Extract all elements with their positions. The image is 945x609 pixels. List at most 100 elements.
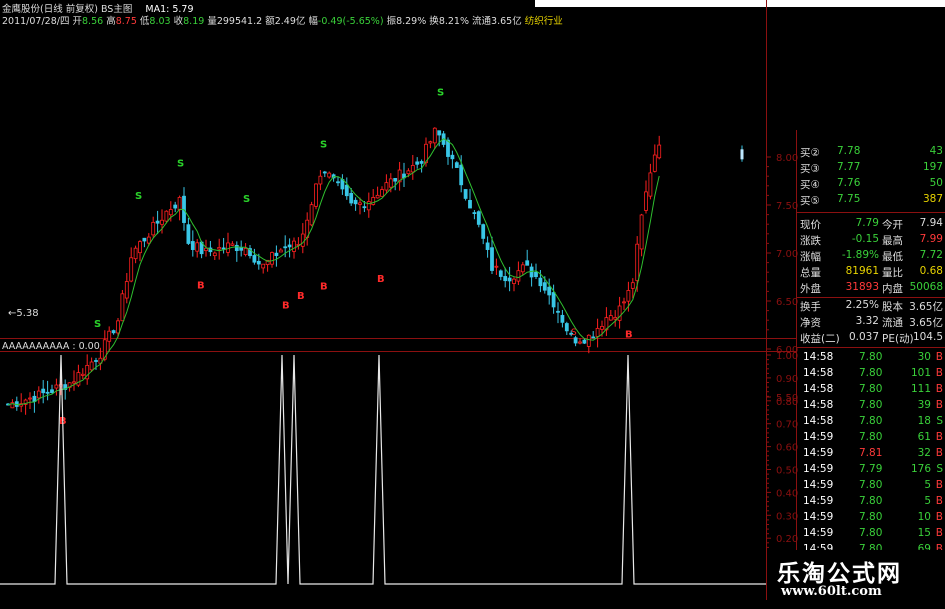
bar-date: 2011/07/28/四 xyxy=(2,16,70,27)
candle-body xyxy=(595,327,600,337)
candle-body xyxy=(586,334,591,347)
candle-body xyxy=(600,326,604,330)
candle-body xyxy=(393,178,398,182)
trade-price: 7.80 xyxy=(859,383,883,395)
trade-side: B xyxy=(935,431,943,443)
bid-price: 7.78 xyxy=(837,145,861,157)
trade-price: 7.80 xyxy=(859,495,883,507)
candle-body xyxy=(582,339,587,344)
candle-body xyxy=(146,236,151,244)
trade-side: B xyxy=(935,479,943,491)
trade-volume: 32 xyxy=(917,447,931,459)
trade-side: B xyxy=(935,383,943,395)
candle-body xyxy=(450,154,455,160)
trade-row[interactable]: 14:59 7.80 5 B xyxy=(797,494,945,510)
candle-body xyxy=(472,212,477,214)
stat-row: 外盘 31893 内盘 50068 xyxy=(797,280,945,296)
candle-body xyxy=(230,243,235,246)
stat-value-2: 3.65亿 xyxy=(909,301,943,313)
amplitude-value: 8.29% xyxy=(396,16,427,27)
candle-body xyxy=(173,204,178,209)
min-price-label: ←5.38 xyxy=(8,308,39,319)
trade-price: 7.80 xyxy=(859,399,883,411)
trade-row[interactable]: 14:58 7.80 18 S xyxy=(797,414,945,430)
candle-body xyxy=(639,214,644,250)
trade-side: B xyxy=(935,511,943,523)
trade-price: 7.81 xyxy=(859,447,883,459)
trade-row[interactable]: 14:58 7.80 101 B xyxy=(797,366,945,382)
quote-separator xyxy=(797,212,945,213)
trade-row[interactable]: 14:59 7.79 176 S xyxy=(797,462,945,478)
low-value: 8.03 xyxy=(149,16,171,27)
trade-price: 7.79 xyxy=(859,463,883,475)
trade-row[interactable]: 14:59 7.80 15 B xyxy=(797,526,945,542)
trade-price: 7.80 xyxy=(859,479,883,491)
bid-label: 买② xyxy=(800,147,820,159)
candle-body xyxy=(256,260,261,265)
candle-body xyxy=(406,170,411,175)
candle-body xyxy=(384,182,389,191)
trade-time: 14:58 xyxy=(803,383,834,395)
stat-row: 收益(二) 0.037 PE(动) 104.5 xyxy=(797,330,945,346)
candle-body xyxy=(498,270,503,277)
candle-body xyxy=(177,196,182,211)
industry-label: 纺织行业 xyxy=(524,16,563,27)
trade-volume: 111 xyxy=(910,383,931,395)
stat-label-2: 最高 xyxy=(882,235,903,247)
candle-body xyxy=(516,270,521,282)
candle-body xyxy=(212,252,217,257)
trade-row[interactable]: 14:58 7.80 30 B xyxy=(797,350,945,366)
indicator-tick-label: 0.80 xyxy=(776,397,798,408)
trade-time: 14:59 xyxy=(803,479,834,491)
bid-volume: 50 xyxy=(929,177,943,189)
candle-body xyxy=(534,271,538,278)
trade-row[interactable]: 14:59 7.80 61 B xyxy=(797,430,945,446)
stat-label-2: 今开 xyxy=(882,219,903,231)
trade-row[interactable]: 14:58 7.80 111 B xyxy=(797,382,945,398)
candle-body xyxy=(494,265,499,268)
trade-row[interactable]: 14:59 7.80 10 B xyxy=(797,510,945,526)
candle-body xyxy=(358,202,362,205)
bid-price: 7.75 xyxy=(837,193,861,205)
candle-body xyxy=(512,278,516,284)
trade-time: 14:59 xyxy=(803,495,834,507)
stat-label: 涨跌 xyxy=(800,235,821,247)
trade-price: 7.80 xyxy=(859,367,883,379)
indicator-tick-label: 0.50 xyxy=(776,466,798,477)
candle-body xyxy=(428,141,433,144)
trade-row[interactable]: 14:59 7.81 32 B xyxy=(797,446,945,462)
stat-row: 涨跌 -0.15 最高 7.99 xyxy=(797,232,945,248)
sell-marker: S xyxy=(571,328,577,338)
trade-side: B xyxy=(935,351,943,363)
trade-time: 14:58 xyxy=(803,367,834,379)
candle-body xyxy=(274,252,279,256)
indicator-signal-line xyxy=(0,354,766,585)
candle-body xyxy=(547,286,552,296)
bid-price: 7.77 xyxy=(837,161,861,173)
stat-label: 涨幅 xyxy=(800,251,821,263)
trade-row[interactable]: 14:58 7.80 39 B xyxy=(797,398,945,414)
candle-body xyxy=(160,219,164,225)
candle-body xyxy=(270,252,274,265)
candle-body xyxy=(283,246,288,249)
candle-body xyxy=(380,189,384,197)
stat-label: 净资 xyxy=(800,317,821,329)
candle-body xyxy=(366,201,371,211)
trade-price: 7.80 xyxy=(859,415,883,427)
candle-body xyxy=(36,390,41,399)
candle-body xyxy=(89,361,94,371)
stat-label-2: 股本 xyxy=(882,301,903,313)
candle-body xyxy=(626,290,631,302)
candle-body xyxy=(155,220,160,224)
trade-row[interactable]: 14:59 7.80 5 B xyxy=(797,478,945,494)
candle-body xyxy=(503,276,508,282)
trade-price: 7.80 xyxy=(859,511,883,523)
trade-time: 14:58 xyxy=(803,399,834,411)
candle-body xyxy=(54,384,59,389)
trade-side: B xyxy=(935,527,943,539)
stat-value-2: 7.99 xyxy=(919,233,943,245)
candle-body xyxy=(556,310,560,313)
candle-body xyxy=(362,206,367,209)
candle-body xyxy=(340,179,345,190)
close-value: 8.19 xyxy=(183,16,205,27)
